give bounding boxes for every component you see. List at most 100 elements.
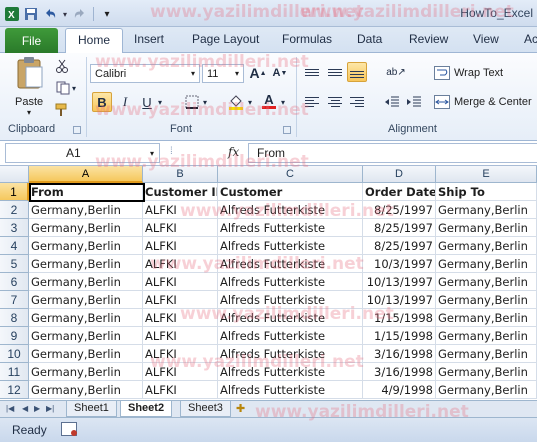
clipboard-launcher-icon[interactable] (73, 126, 81, 134)
row-header-5[interactable]: 5 (0, 255, 29, 273)
cell-c10[interactable]: Alfreds Futterkiste (218, 345, 363, 363)
cell-c2[interactable]: Alfreds Futterkiste (218, 201, 363, 219)
shrink-font-button[interactable]: A ▼ (270, 63, 290, 83)
column-header-a[interactable]: A (29, 166, 143, 183)
row-header-2[interactable]: 2 (0, 201, 29, 219)
sheet-tab-sheet2[interactable]: Sheet2 (120, 401, 173, 417)
underline-button[interactable]: U (137, 92, 157, 112)
align-center-button[interactable] (325, 92, 345, 112)
cell-a1[interactable]: From (29, 183, 143, 201)
tab-file[interactable]: File (5, 28, 58, 53)
tab-data[interactable]: Data (357, 32, 382, 46)
cell-d9[interactable]: 1/15/1998 (363, 327, 436, 345)
first-sheet-icon[interactable]: |◀ (6, 404, 14, 413)
sheet-tab-sheet3[interactable]: Sheet3 (180, 401, 231, 417)
cell-d1[interactable]: Order Date (363, 183, 436, 201)
cell-d6[interactable]: 10/13/1997 (363, 273, 436, 291)
row-header-1[interactable]: 1 (0, 183, 29, 201)
tab-review[interactable]: Review (409, 32, 448, 46)
last-sheet-icon[interactable]: ▶| (46, 404, 54, 413)
cell-e9[interactable]: Germany,Berlin (436, 327, 537, 345)
cell-d11[interactable]: 3/16/1998 (363, 363, 436, 381)
row-header-3[interactable]: 3 (0, 219, 29, 237)
cell-b2[interactable]: ALFKI (143, 201, 218, 219)
cell-e11[interactable]: Germany,Berlin (436, 363, 537, 381)
orientation-button[interactable]: ab↗ (382, 62, 410, 82)
tab-formulas[interactable]: Formulas (282, 32, 332, 46)
underline-dropdown[interactable]: ▾ (155, 92, 165, 112)
cut-button[interactable] (52, 56, 72, 76)
customize-icon[interactable]: ▾ (99, 6, 115, 22)
row-header-10[interactable]: 10 (0, 345, 29, 363)
cell-a12[interactable]: Germany,Berlin (29, 381, 143, 399)
borders-button[interactable] (182, 92, 202, 112)
cell-e3[interactable]: Germany,Berlin (436, 219, 537, 237)
cell-b10[interactable]: ALFKI (143, 345, 218, 363)
tab-home[interactable]: Home (65, 28, 124, 54)
cell-b11[interactable]: ALFKI (143, 363, 218, 381)
cell-a8[interactable]: Germany,Berlin (29, 309, 143, 327)
wrap-text-button[interactable]: Wrap Text (434, 63, 503, 83)
cell-a11[interactable]: Germany,Berlin (29, 363, 143, 381)
cell-d4[interactable]: 8/25/1997 (363, 237, 436, 255)
align-middle-button[interactable] (325, 62, 345, 82)
cell-c12[interactable]: Alfreds Futterkiste (218, 381, 363, 399)
cell-e12[interactable]: Germany,Berlin (436, 381, 537, 399)
formula-input[interactable]: From (248, 143, 537, 163)
name-box[interactable]: A1 ▾ (5, 143, 160, 163)
cell-b12[interactable]: ALFKI (143, 381, 218, 399)
cell-e5[interactable]: Germany,Berlin (436, 255, 537, 273)
cell-c3[interactable]: Alfreds Futterkiste (218, 219, 363, 237)
cell-c7[interactable]: Alfreds Futterkiste (218, 291, 363, 309)
cell-e6[interactable]: Germany,Berlin (436, 273, 537, 291)
borders-dropdown[interactable]: ▾ (200, 92, 210, 112)
spreadsheet-grid[interactable]: ABCDE 1 2 3 4 5 6 7 8 9 10 11 12 From Customer ID Cus… (0, 166, 537, 400)
cell-e7[interactable]: Germany,Berlin (436, 291, 537, 309)
increase-indent-button[interactable] (404, 92, 424, 112)
grow-font-button[interactable]: A ▲ (248, 63, 268, 83)
cell-b5[interactable]: ALFKI (143, 255, 218, 273)
font-size-select[interactable]: 11 ▾ (202, 64, 244, 83)
column-header-c[interactable]: C (218, 166, 363, 183)
redo-icon[interactable] (72, 6, 88, 22)
font-color-dropdown[interactable]: ▾ (278, 92, 288, 112)
cell-b4[interactable]: ALFKI (143, 237, 218, 255)
format-painter-button[interactable] (52, 100, 72, 120)
italic-button[interactable]: I (115, 92, 135, 112)
cell-c9[interactable]: Alfreds Futterkiste (218, 327, 363, 345)
insert-sheet-icon[interactable]: ✚ (236, 402, 245, 415)
row-header-11[interactable]: 11 (0, 363, 29, 381)
cell-d12[interactable]: 4/9/1998 (363, 381, 436, 399)
tab-add-ins[interactable]: Ac (524, 32, 537, 46)
cell-b9[interactable]: ALFKI (143, 327, 218, 345)
cell-a10[interactable]: Germany,Berlin (29, 345, 143, 363)
tab-page-layout[interactable]: Page Layout (192, 32, 259, 46)
align-bottom-button[interactable] (347, 62, 367, 82)
cell-c11[interactable]: Alfreds Futterkiste (218, 363, 363, 381)
paste-button[interactable]: Paste ▾ (10, 56, 50, 117)
cell-c5[interactable]: Alfreds Futterkiste (218, 255, 363, 273)
sheet-tab-sheet1[interactable]: Sheet1 (66, 401, 117, 417)
cell-a9[interactable]: Germany,Berlin (29, 327, 143, 345)
cell-c8[interactable]: Alfreds Futterkiste (218, 309, 363, 327)
cell-b1[interactable]: Customer ID (143, 183, 218, 201)
cell-d3[interactable]: 8/25/1997 (363, 219, 436, 237)
font-color-button[interactable]: A (259, 91, 279, 111)
merge-center-button[interactable]: Merge & Center (434, 92, 532, 112)
cell-d7[interactable]: 10/13/1997 (363, 291, 436, 309)
cell-a6[interactable]: Germany,Berlin (29, 273, 143, 291)
bold-button[interactable]: B (92, 92, 112, 112)
row-header-6[interactable]: 6 (0, 273, 29, 291)
save-icon[interactable] (23, 6, 39, 22)
row-header-7[interactable]: 7 (0, 291, 29, 309)
cell-e10[interactable]: Germany,Berlin (436, 345, 537, 363)
cell-d10[interactable]: 3/16/1998 (363, 345, 436, 363)
cell-b7[interactable]: ALFKI (143, 291, 218, 309)
cell-c6[interactable]: Alfreds Futterkiste (218, 273, 363, 291)
cell-b6[interactable]: ALFKI (143, 273, 218, 291)
cell-a7[interactable]: Germany,Berlin (29, 291, 143, 309)
cell-a3[interactable]: Germany,Berlin (29, 219, 143, 237)
font-launcher-icon[interactable] (283, 126, 291, 134)
cell-a4[interactable]: Germany,Berlin (29, 237, 143, 255)
cell-c4[interactable]: Alfreds Futterkiste (218, 237, 363, 255)
